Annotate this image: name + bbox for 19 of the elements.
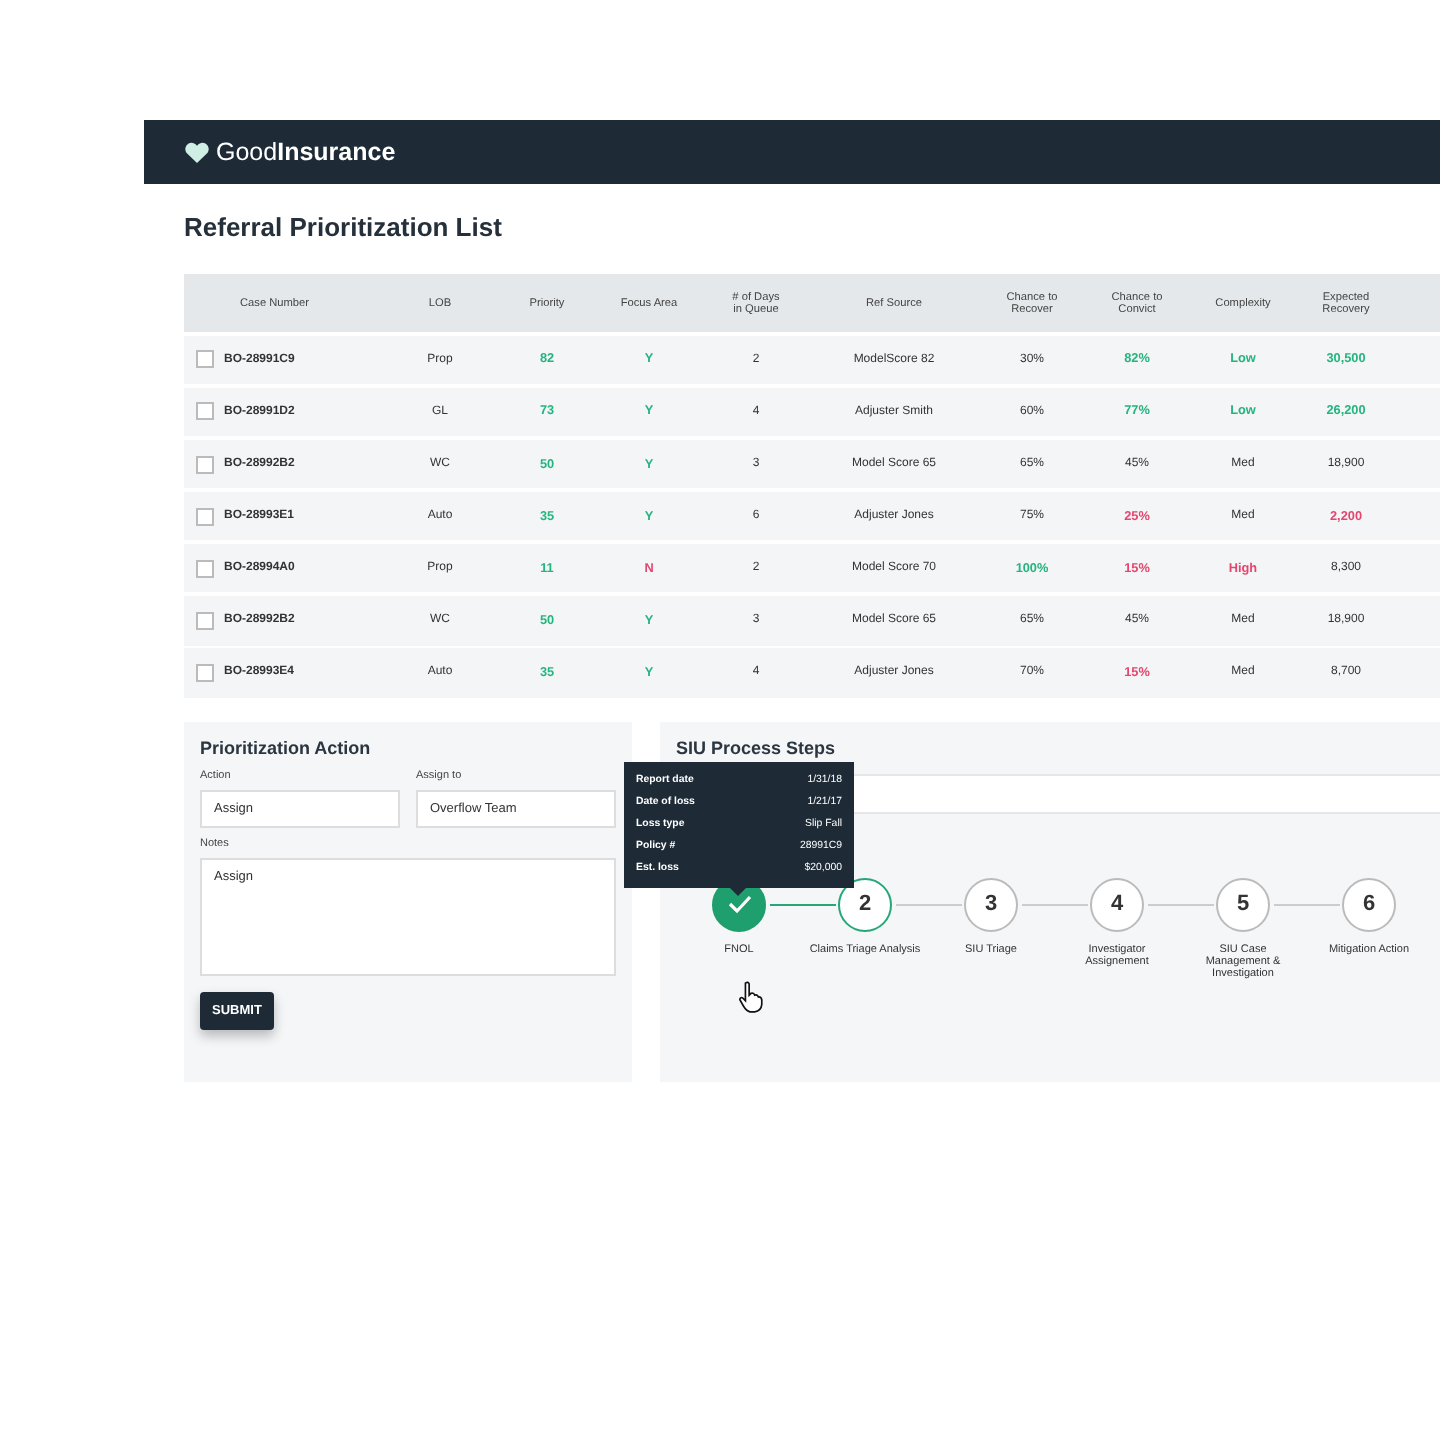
brand-name: GoodInsurance bbox=[216, 138, 396, 166]
panel-title: Prioritization Action bbox=[200, 737, 373, 758]
page-title: Referral Prioritization List bbox=[184, 212, 504, 242]
check-icon bbox=[727, 894, 751, 915]
panel-title: SIU Process Steps bbox=[674, 737, 838, 758]
row-checkbox[interactable] bbox=[195, 611, 213, 630]
step-circle[interactable]: 6 bbox=[1342, 877, 1396, 932]
step-circle[interactable]: 5 bbox=[1216, 877, 1270, 932]
row-checkbox[interactable] bbox=[195, 559, 213, 578]
row-checkbox[interactable] bbox=[195, 350, 213, 369]
row-checkbox[interactable] bbox=[195, 455, 213, 474]
step-circle[interactable]: 2 bbox=[838, 877, 892, 932]
step-circle[interactable]: 4 bbox=[1090, 877, 1144, 932]
row-checkbox[interactable] bbox=[195, 402, 213, 421]
step-circle[interactable]: 3 bbox=[964, 877, 1018, 932]
hand-cursor-icon bbox=[738, 979, 764, 1014]
row-checkbox[interactable] bbox=[195, 663, 213, 682]
heart-logo-icon bbox=[184, 141, 210, 163]
row-checkbox[interactable] bbox=[195, 507, 213, 526]
